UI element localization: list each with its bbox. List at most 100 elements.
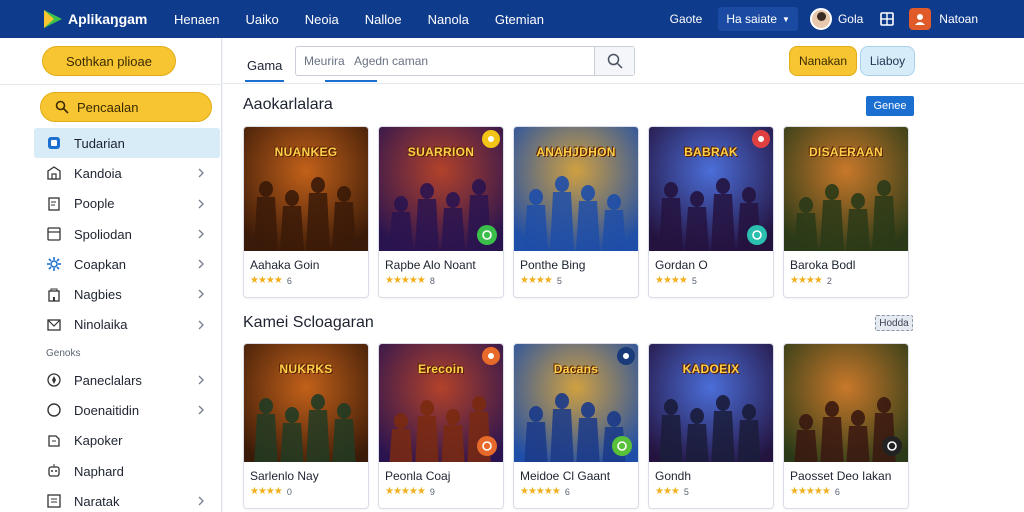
- top-bar: Aplikaŋgam Henaen Uaiko Neoia Nalloe Nan…: [0, 0, 1024, 38]
- sidebar-item[interactable]: Spoliodan: [34, 219, 220, 249]
- game-card[interactable]: Dacans Meidoe Cl Gaant ★★★★★ 6: [513, 343, 639, 509]
- game-rating: ★★★★★ 6: [784, 483, 908, 497]
- sidebar-top-button[interactable]: Sothkan plioae: [42, 46, 176, 76]
- game-thumbnail[interactable]: Erecoin: [379, 344, 503, 462]
- game-row: NUANKEG Aahaka Goin ★★★★ 6 SUARRION Rapbe Alo…: [243, 126, 909, 298]
- sidebar-item[interactable]: Ninolaika: [34, 310, 220, 340]
- game-card[interactable]: KADOEIX Gondh ★★★ 5: [648, 343, 774, 509]
- section-more-button[interactable]: Genee: [866, 96, 914, 116]
- controller-icon[interactable]: [477, 436, 497, 456]
- game-title[interactable]: Baroka Bodl: [784, 251, 908, 272]
- sidebar-item[interactable]: Naratak: [34, 486, 220, 512]
- sidebar-search-label: Pencaalan: [77, 99, 139, 115]
- sidebar-item[interactable]: Coapkan: [34, 249, 220, 279]
- avatar[interactable]: [809, 8, 832, 30]
- window-icon: [46, 226, 62, 242]
- game-title[interactable]: Gordan O: [649, 251, 773, 272]
- circle-icon: [46, 402, 62, 418]
- chevron-right-icon: [194, 318, 208, 332]
- top-link[interactable]: Gaote: [670, 12, 703, 26]
- game-card[interactable]: BABRAK Gordan O ★★★★ 5: [648, 126, 774, 298]
- sidebar-item[interactable]: Paneclalars: [34, 365, 220, 395]
- nav-item[interactable]: Uaiko: [246, 12, 279, 27]
- chevron-right-icon: [194, 287, 208, 301]
- sidebar-item[interactable]: Poople: [34, 189, 220, 219]
- game-title[interactable]: Aahaka Goin: [244, 251, 368, 272]
- search-button[interactable]: [594, 47, 634, 75]
- controller-icon[interactable]: [882, 436, 902, 456]
- search-bar[interactable]: Meurira Agedn caman: [295, 46, 635, 76]
- top-right-controls: Gaote Ha saiate ▼ Gola Natoan: [670, 0, 1024, 38]
- game-title[interactable]: Paosset Deo Iakan: [784, 462, 908, 483]
- search-input[interactable]: Meurira Agedn caman: [296, 54, 428, 68]
- store-icon: [46, 165, 62, 181]
- search-icon: [55, 100, 69, 114]
- document-icon: [46, 196, 62, 212]
- controller-icon[interactable]: [747, 225, 767, 245]
- sidebar-item-label: Naphard: [74, 463, 124, 479]
- app-logo[interactable]: Aplikaŋgam: [42, 8, 172, 30]
- game-thumbnail[interactable]: ANAHJDHON: [514, 127, 638, 251]
- nav-item[interactable]: Nanola: [428, 12, 469, 27]
- sidebar-item[interactable]: Kandoia: [34, 158, 220, 188]
- nav-item[interactable]: Nalloe: [365, 12, 402, 27]
- game-card[interactable]: NUANKEG Aahaka Goin ★★★★ 6: [243, 126, 369, 298]
- profile-icon[interactable]: [909, 8, 932, 30]
- sidebar-item[interactable]: Doenaitidin: [34, 395, 220, 425]
- game-card[interactable]: Erecoin Peonla Coaj ★★★★★ 9: [378, 343, 504, 509]
- game-banner-text: Dacans: [553, 362, 599, 376]
- tab-indicator: [325, 80, 377, 82]
- game-thumbnail[interactable]: NUANKEG: [244, 127, 368, 251]
- primary-action-button[interactable]: Nanakan: [789, 46, 857, 76]
- controller-icon[interactable]: [477, 225, 497, 245]
- game-card[interactable]: Paosset Deo Iakan ★★★★★ 6: [783, 343, 909, 509]
- star-rating-icon: ★★★: [655, 486, 680, 497]
- game-card[interactable]: NUKRKS Sarlenlo Nay ★★★★ 0: [243, 343, 369, 509]
- game-title[interactable]: Gondh: [649, 462, 773, 483]
- secondary-action-button[interactable]: Liaboy: [860, 46, 915, 76]
- star-rating-icon: ★★★★★: [385, 275, 426, 286]
- game-thumbnail[interactable]: KADOEIX: [649, 344, 773, 462]
- game-thumbnail[interactable]: Dacans: [514, 344, 638, 462]
- game-thumbnail[interactable]: NUKRKS: [244, 344, 368, 462]
- rating-value: 0: [286, 486, 292, 497]
- sidebar-item-label: Spoliodan: [74, 226, 132, 242]
- game-card[interactable]: DISAERAAN Baroka Bodl ★★★★ 2: [783, 126, 909, 298]
- game-thumbnail[interactable]: [784, 344, 908, 462]
- game-title[interactable]: Rapbe Alo Noant: [379, 251, 503, 272]
- game-banner-text: BABRAK: [684, 145, 738, 159]
- corner-badge-icon: [482, 347, 500, 365]
- rating-value: 9: [429, 486, 435, 497]
- sidebar-item-label: Doenaitidin: [74, 402, 140, 418]
- game-card[interactable]: SUARRION Rapbe Alo Noant ★★★★★ 8: [378, 126, 504, 298]
- game-title[interactable]: Meidoe Cl Gaant: [514, 462, 638, 483]
- grid-icon[interactable]: [877, 9, 897, 29]
- game-card[interactable]: ANAHJDHON Ponthe Bing ★★★★ 5: [513, 126, 639, 298]
- game-title[interactable]: Ponthe Bing: [514, 251, 638, 272]
- chevron-right-icon: [194, 494, 208, 508]
- rating-value: 6: [834, 486, 840, 497]
- sidebar-item[interactable]: Nagbies: [34, 279, 220, 309]
- tab-games[interactable]: Gama: [245, 50, 285, 82]
- sidebar-item[interactable]: Tudarian: [34, 128, 220, 159]
- rating-value: 6: [286, 275, 292, 286]
- game-thumbnail[interactable]: BABRAK: [649, 127, 773, 251]
- nav-item[interactable]: Henaen: [174, 12, 220, 27]
- list-icon: [46, 493, 62, 509]
- game-title[interactable]: Sarlenlo Nay: [244, 462, 368, 483]
- secondary-user-name[interactable]: Natoan: [939, 12, 978, 26]
- game-thumbnail[interactable]: DISAERAAN: [784, 127, 908, 251]
- nav-item[interactable]: Gtemian: [495, 12, 544, 27]
- region-select[interactable]: Ha saiate ▼: [718, 7, 798, 31]
- sidebar-menu-secondary: Paneclalars Doenaitidin Kapoker Naphard Nara…: [34, 365, 220, 512]
- sidebar-item[interactable]: Kapoker: [34, 426, 220, 456]
- game-title[interactable]: Peonla Coaj: [379, 462, 503, 483]
- nav-item[interactable]: Neoia: [305, 12, 339, 27]
- gamepad-icon: [46, 433, 62, 449]
- user-name[interactable]: Gola: [838, 12, 863, 26]
- section-more-button[interactable]: Hodda: [875, 315, 913, 331]
- controller-icon[interactable]: [612, 436, 632, 456]
- sidebar-search-button[interactable]: Pencaalan: [40, 92, 212, 122]
- game-thumbnail[interactable]: SUARRION: [379, 127, 503, 251]
- sidebar-item[interactable]: Naphard: [34, 456, 220, 486]
